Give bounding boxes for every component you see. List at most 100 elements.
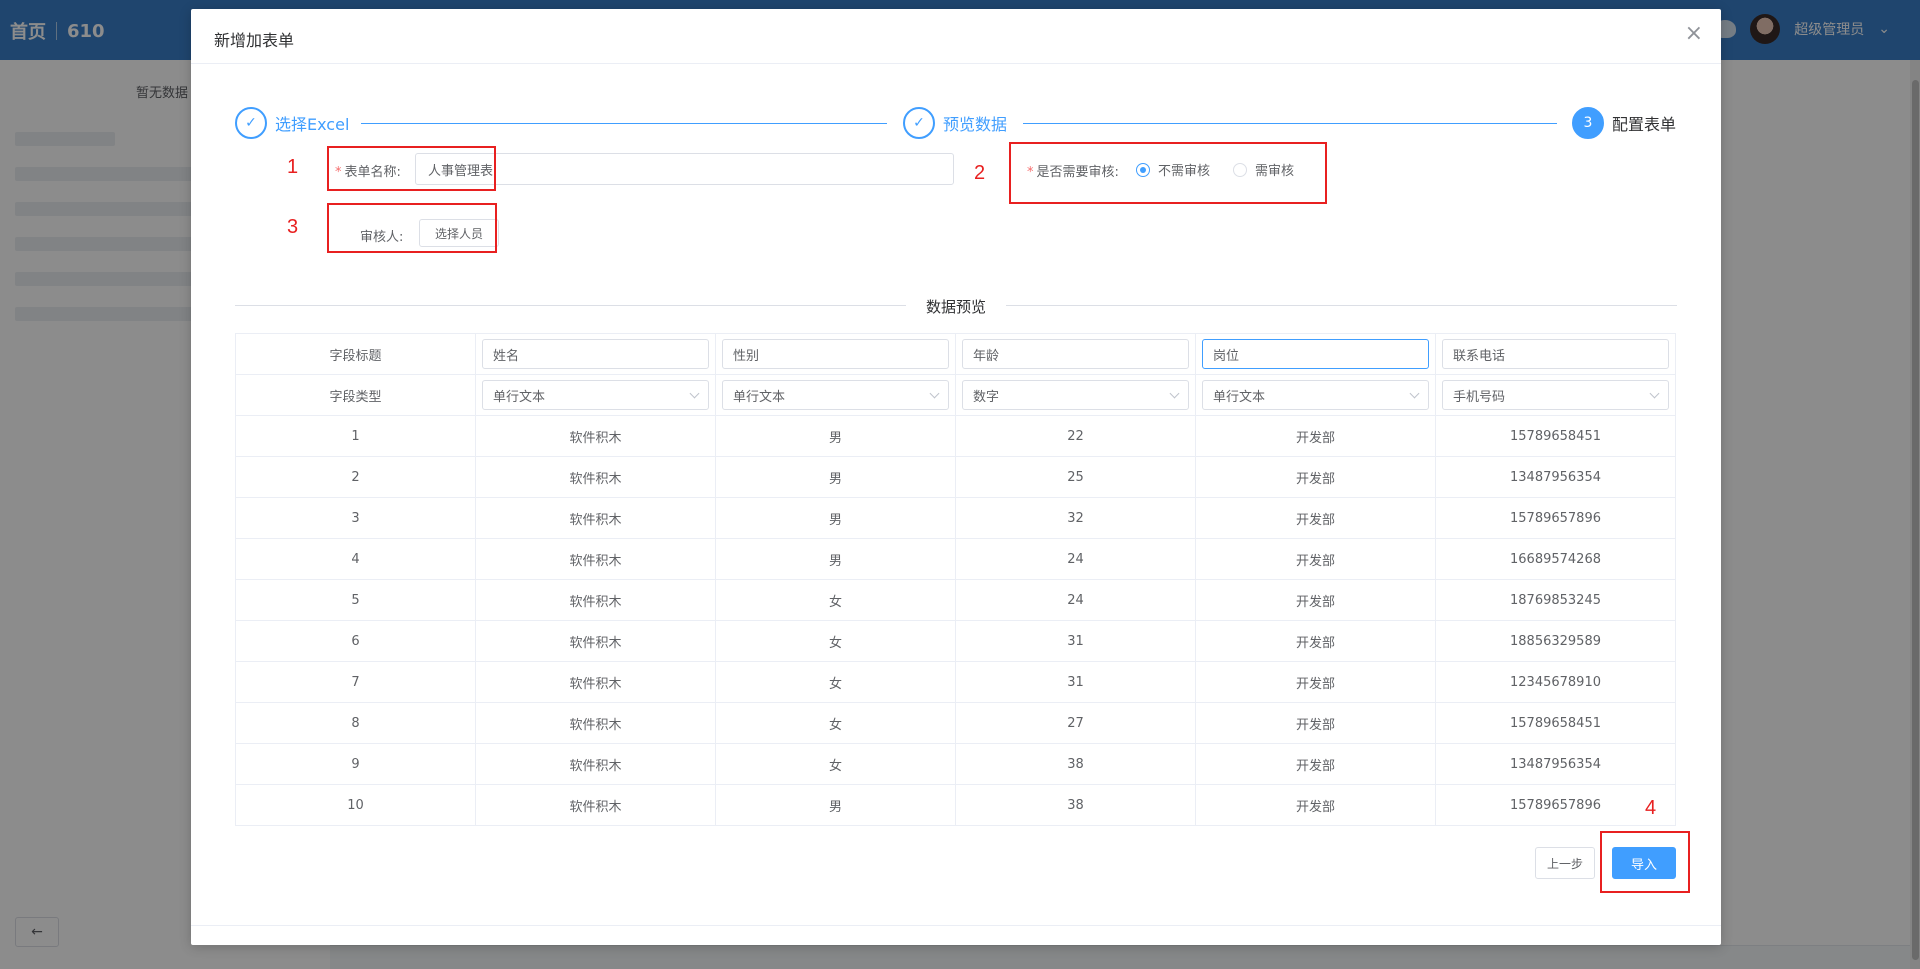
table-cell: 女	[715, 702, 956, 744]
table-row: 7 软件积木女 31 开发部 12345678910	[235, 661, 1676, 703]
table-cell: 软件积木	[475, 415, 716, 457]
table-row: 8 软件积木女 27 开发部 15789658451	[235, 702, 1676, 744]
table-cell: 32	[955, 497, 1196, 539]
table-row: 9 软件积木女 38 开发部 13487956354	[235, 743, 1676, 785]
table-cell: 24	[955, 579, 1196, 621]
step-preview-data: ✓ 预览数据	[903, 107, 1007, 139]
table-row: 1 软件积木男 22 开发部 15789658451	[235, 415, 1676, 457]
table-cell: 27	[955, 702, 1196, 744]
table-cell: 女	[715, 579, 956, 621]
field-type-select[interactable]: 数字	[962, 380, 1189, 410]
table-cell: 13487956354	[1435, 743, 1676, 785]
field-title-input[interactable]	[1202, 339, 1429, 369]
preview-title: 数据预览	[191, 296, 1721, 317]
table-row: 10 软件积木男 38 开发部 15789657896	[235, 784, 1676, 826]
table-cell: 女	[715, 743, 956, 785]
dialog-title: 新增加表单	[214, 31, 295, 50]
chevron-down-icon	[929, 388, 940, 398]
field-type-row: 字段类型 单行文本 单行文本 数字 单行文本 手机号码	[235, 374, 1676, 416]
table-row: 3 软件积木男 32 开发部 15789657896	[235, 497, 1676, 539]
table-cell: 开发部	[1195, 702, 1436, 744]
field-type-select[interactable]: 单行文本	[722, 380, 949, 410]
table-cell: 18856329589	[1435, 620, 1676, 662]
check-icon: ✓	[235, 107, 267, 139]
table-cell: 开发部	[1195, 620, 1436, 662]
chevron-down-icon	[689, 388, 700, 398]
table-cell: 8	[235, 702, 476, 744]
table-cell: 软件积木	[475, 579, 716, 621]
step-number: 3	[1572, 107, 1604, 139]
field-type-select[interactable]: 单行文本	[1202, 380, 1429, 410]
field-title-input[interactable]	[962, 339, 1189, 369]
field-type-select[interactable]: 单行文本	[482, 380, 709, 410]
import-button[interactable]: 导入	[1612, 847, 1676, 879]
step-label: 配置表单	[1612, 115, 1677, 134]
table-cell: 软件积木	[475, 456, 716, 498]
field-title-input[interactable]	[1442, 339, 1669, 369]
table-cell: 5	[235, 579, 476, 621]
table-cell: 7	[235, 661, 476, 703]
check-icon: ✓	[903, 107, 935, 139]
table-cell: 男	[715, 456, 956, 498]
table-cell: 15789658451	[1435, 415, 1676, 457]
table-cell: 软件积木	[475, 743, 716, 785]
table-row: 4 软件积木男 24 开发部 16689574268	[235, 538, 1676, 580]
table-cell: 16689574268	[1435, 538, 1676, 580]
annotation-box-3	[327, 203, 497, 253]
chevron-down-icon	[1169, 388, 1180, 398]
new-form-dialog: 新增加表单 × ✓ 选择Excel ✓ 预览数据 3 配置表单 *表单名称: *…	[191, 9, 1721, 945]
table-cell: 男	[715, 497, 956, 539]
chevron-down-icon	[1409, 388, 1420, 398]
table-cell: 15789658451	[1435, 702, 1676, 744]
table-cell: 开发部	[1195, 661, 1436, 703]
table-cell: 开发部	[1195, 579, 1436, 621]
table-cell: 男	[715, 538, 956, 580]
table-cell: 开发部	[1195, 784, 1436, 826]
table-row: 2 软件积木男 25 开发部 13487956354	[235, 456, 1676, 498]
annotation-box-2	[1009, 142, 1327, 204]
table-cell: 12345678910	[1435, 661, 1676, 703]
table-cell: 2	[235, 456, 476, 498]
table-cell: 软件积木	[475, 620, 716, 662]
table-cell: 1	[235, 415, 476, 457]
table-cell: 18769853245	[1435, 579, 1676, 621]
field-type-select[interactable]: 手机号码	[1442, 380, 1669, 410]
table-cell: 38	[955, 743, 1196, 785]
table-row: 6 软件积木女 31 开发部 18856329589	[235, 620, 1676, 662]
table-cell: 10	[235, 784, 476, 826]
table-cell: 女	[715, 661, 956, 703]
table-row: 5 软件积木女 24 开发部 18769853245	[235, 579, 1676, 621]
table-cell: 22	[955, 415, 1196, 457]
field-title-row: 字段标题	[235, 333, 1676, 375]
step-connector	[361, 123, 887, 124]
step-label: 预览数据	[943, 115, 1008, 134]
table-cell: 开发部	[1195, 456, 1436, 498]
table-cell: 9	[235, 743, 476, 785]
close-icon[interactable]: ×	[1685, 23, 1703, 45]
table-cell: 15789657896	[1435, 497, 1676, 539]
table-cell: 6	[235, 620, 476, 662]
annotation-box-1	[327, 146, 496, 191]
table-cell: 15789657896	[1435, 784, 1676, 826]
field-title-input[interactable]	[722, 339, 949, 369]
table-cell: 31	[955, 661, 1196, 703]
table-cell: 开发部	[1195, 538, 1436, 580]
table-cell: 开发部	[1195, 415, 1436, 457]
chevron-down-icon	[1649, 388, 1660, 398]
table-cell: 男	[715, 415, 956, 457]
table-cell: 开发部	[1195, 743, 1436, 785]
field-type-label: 字段类型	[235, 374, 476, 416]
annotation-number: 2	[974, 162, 986, 184]
step-config-form: 3 配置表单	[1572, 107, 1676, 139]
table-cell: 4	[235, 538, 476, 580]
step-label: 选择Excel	[275, 115, 350, 134]
step-select-excel: ✓ 选择Excel	[235, 107, 349, 139]
table-cell: 男	[715, 784, 956, 826]
field-title-input[interactable]	[482, 339, 709, 369]
table-cell: 开发部	[1195, 497, 1436, 539]
table-cell: 25	[955, 456, 1196, 498]
table-cell: 软件积木	[475, 702, 716, 744]
dialog-footer	[191, 925, 1721, 945]
field-title-label: 字段标题	[235, 333, 476, 375]
prev-step-button[interactable]: 上一步	[1535, 847, 1595, 879]
